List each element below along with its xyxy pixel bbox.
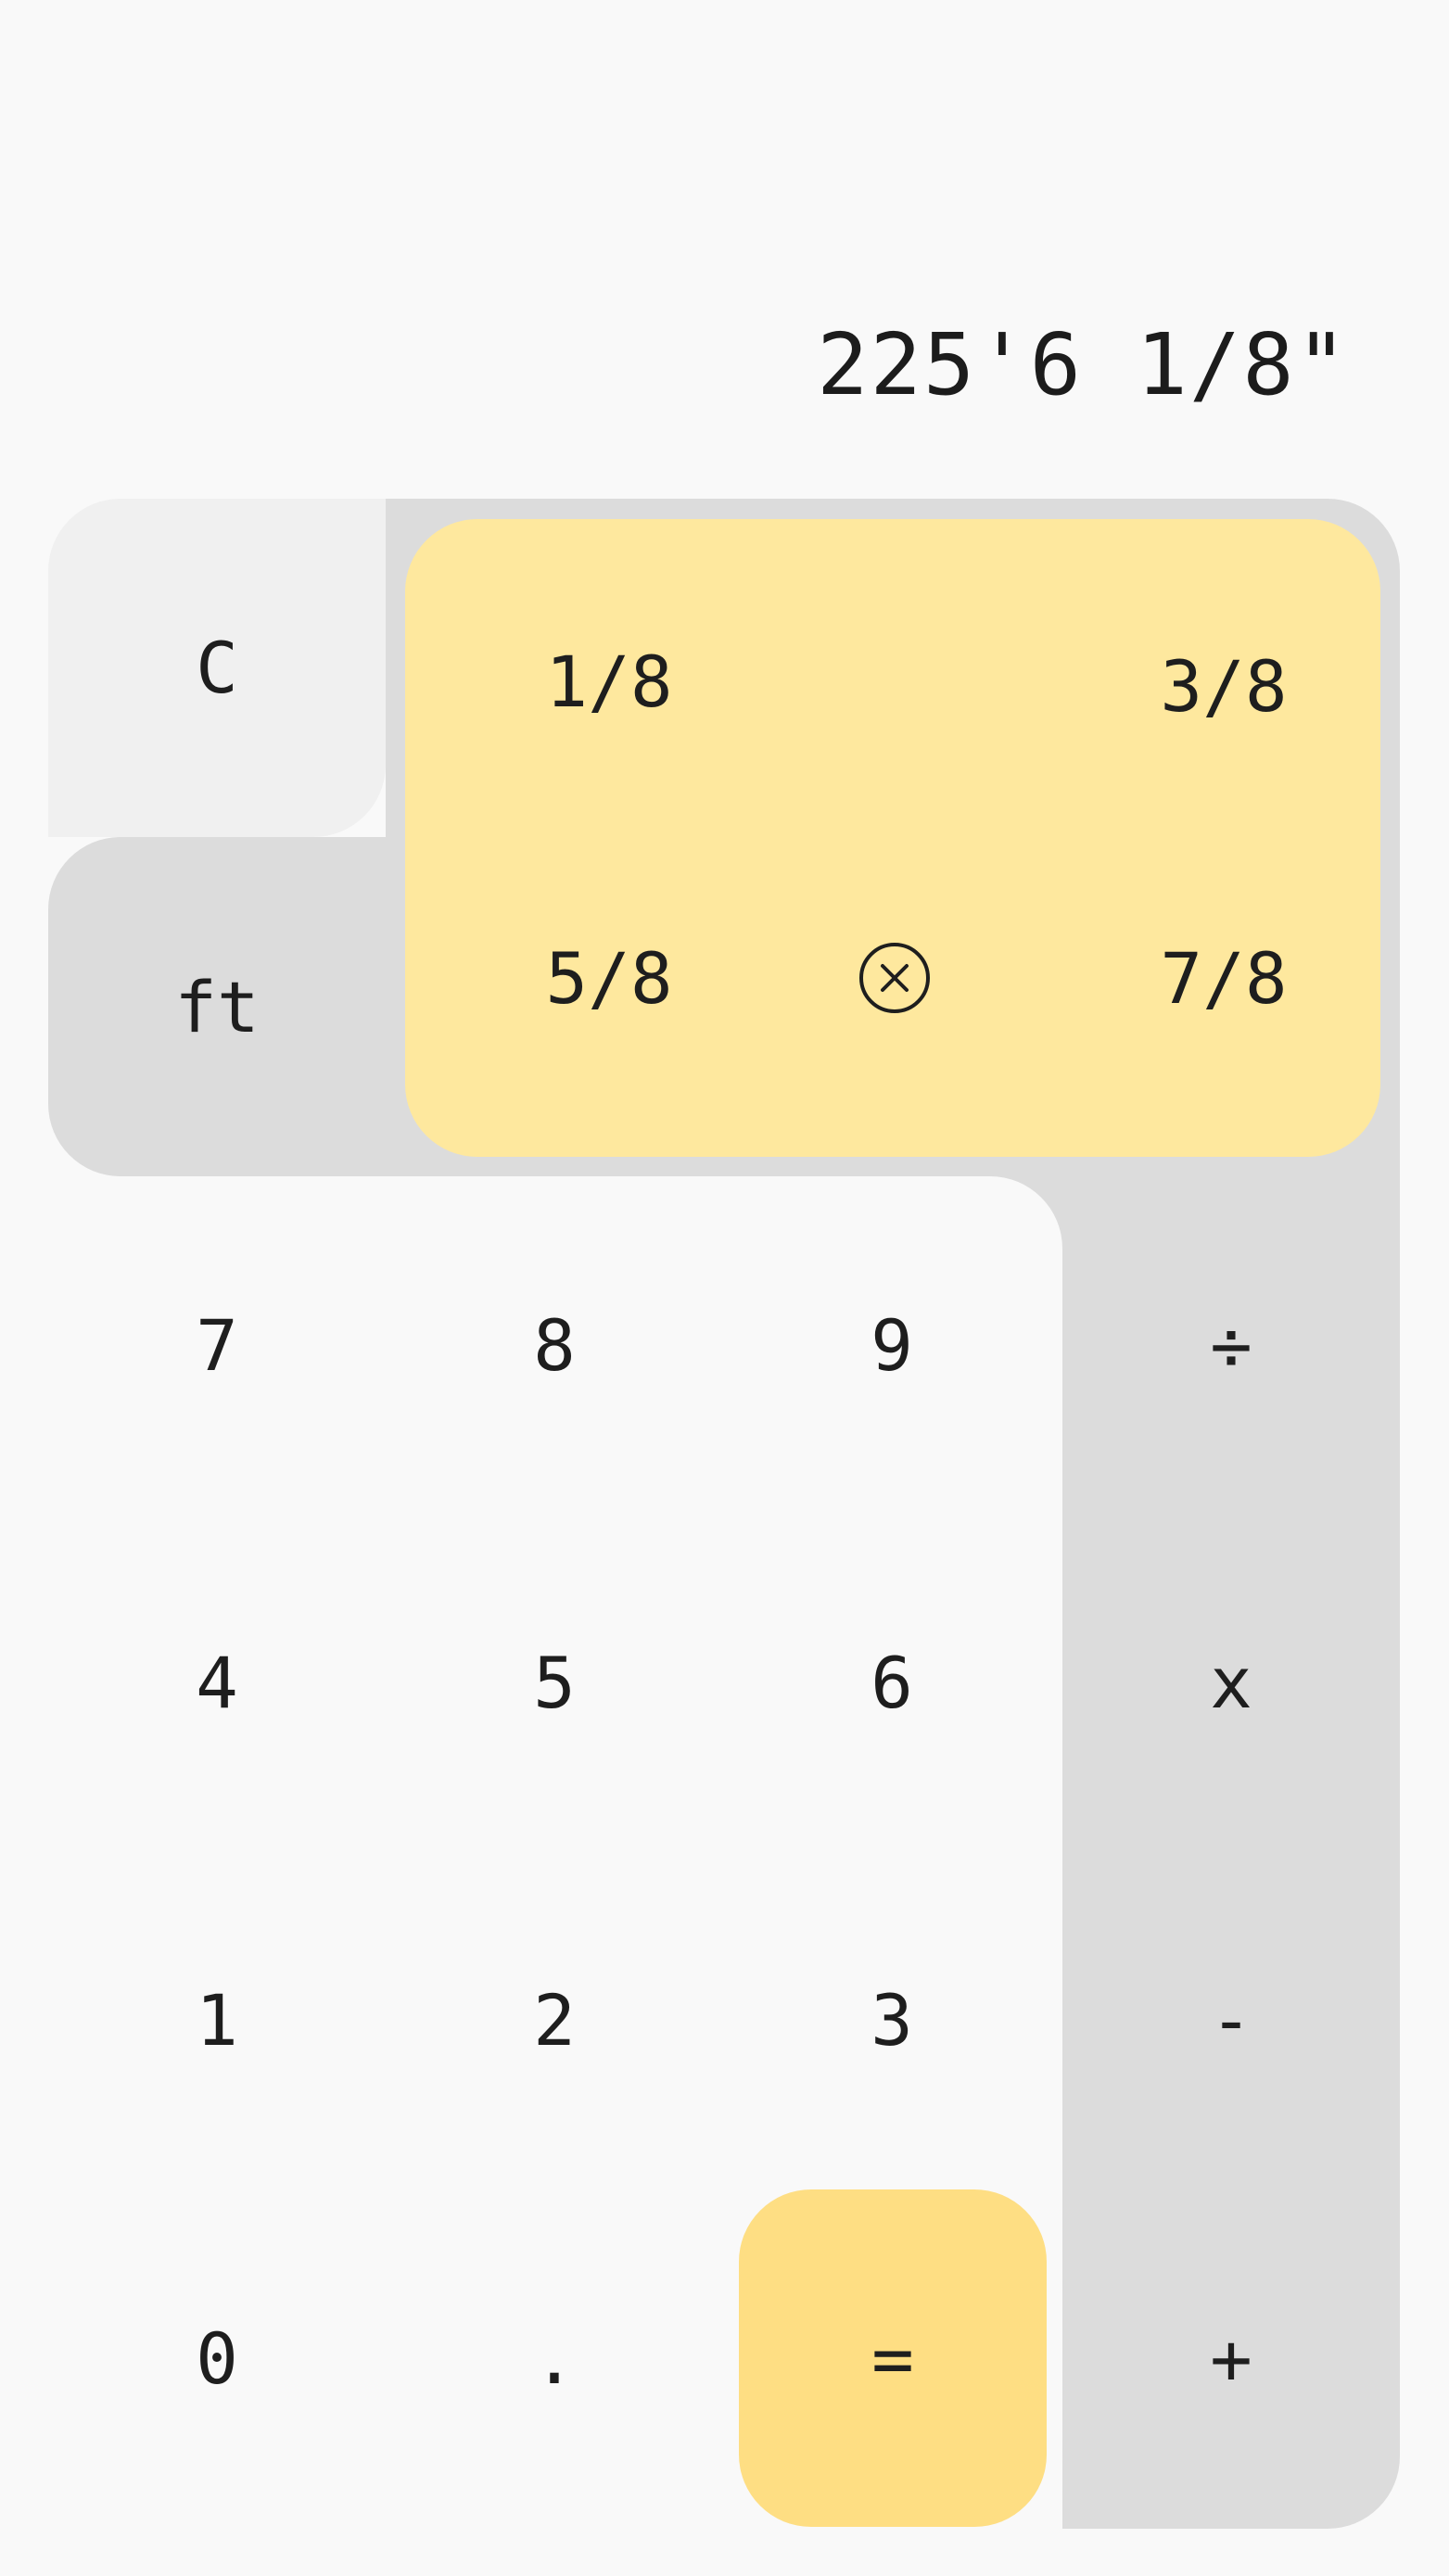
digit-3-button[interactable]: 3 (723, 1851, 1061, 2189)
display-value: 225'6 1/8" (817, 315, 1349, 414)
digit-4-button[interactable]: 4 (48, 1514, 386, 1851)
fraction-7-8-button[interactable]: 7/8 (1066, 834, 1381, 1122)
digit-8-button[interactable]: 8 (386, 1176, 723, 1514)
minus-button[interactable]: - (1062, 1851, 1400, 2189)
plus-button[interactable]: + (1062, 2189, 1400, 2528)
close-fractions-button[interactable] (816, 834, 973, 1122)
fraction-1-8-button[interactable]: 1/8 (405, 519, 813, 844)
digit-2-button[interactable]: 2 (386, 1851, 723, 2189)
digit-6-button[interactable]: 6 (723, 1514, 1061, 1851)
unit-feet-button[interactable]: ft (48, 837, 386, 1176)
decimal-point-button[interactable]: . (386, 2189, 723, 2528)
multiply-button[interactable]: x (1062, 1514, 1400, 1851)
clear-button[interactable]: C (48, 499, 386, 837)
equals-button[interactable]: = (739, 2189, 1047, 2527)
close-circle-icon (859, 943, 930, 1013)
digit-9-button[interactable]: 9 (723, 1176, 1061, 1514)
digit-7-button[interactable]: 7 (48, 1176, 386, 1514)
digit-0-button[interactable]: 0 (48, 2189, 386, 2528)
fraction-3-8-button[interactable]: 3/8 (1066, 519, 1381, 853)
digit-5-button[interactable]: 5 (386, 1514, 723, 1851)
divide-button[interactable]: ÷ (1062, 1176, 1400, 1514)
digit-1-button[interactable]: 1 (48, 1851, 386, 2189)
fraction-5-8-button[interactable]: 5/8 (405, 834, 813, 1122)
